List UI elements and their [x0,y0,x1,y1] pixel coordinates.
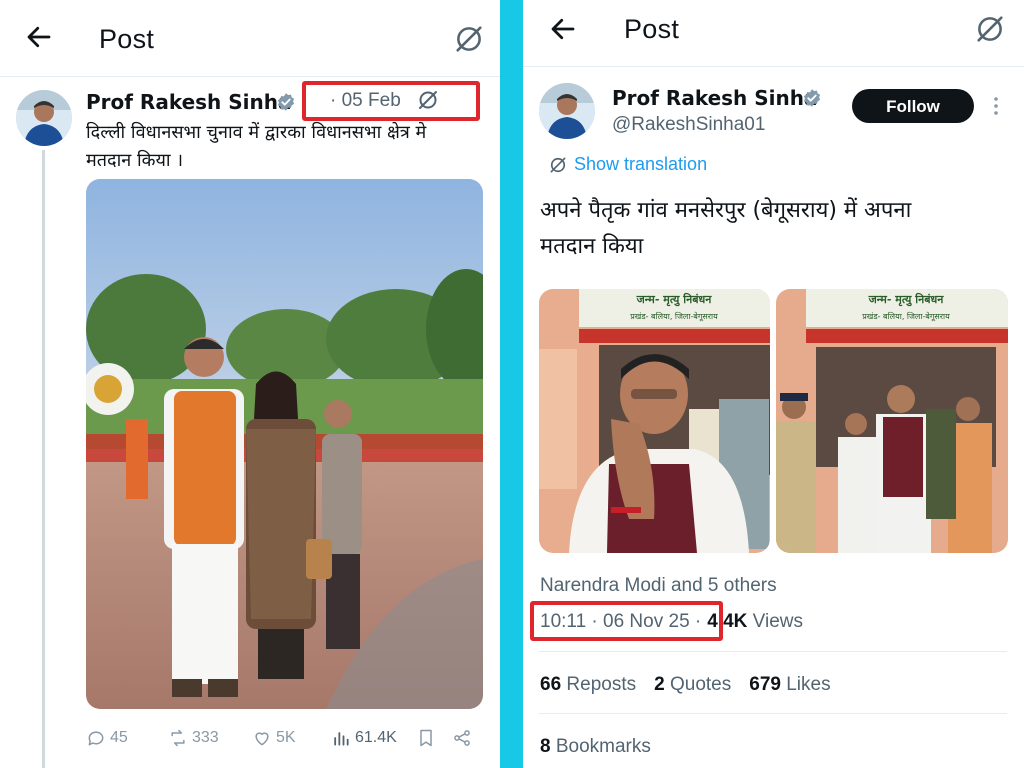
likes-stat[interactable]: 679 Likes [749,674,830,695]
left-post-panel: Post Prof Rakesh Sinha · 05 Feb दिल्ली व… [0,0,500,768]
post-text-line-1: दिल्ली विधानसभा चुनाव में द्वारका विधानस… [86,122,427,143]
reply-count: 45 [110,729,128,746]
show-translation-link[interactable]: Show translation [548,154,707,175]
quotes-stat[interactable]: 2 Quotes [654,674,731,695]
author-name[interactable]: Prof Rakesh Sinha [86,90,292,114]
timestamp-highlight-box [530,601,723,641]
reply-button[interactable]: 45 [86,724,128,752]
views-label: Views [747,611,804,632]
reply-icon [88,731,104,746]
views-icon [334,732,349,746]
bookmarks-value: 8 [540,736,551,757]
page-title: Post [99,24,155,54]
bookmarks-stat[interactable]: 8 Bookmarks [540,736,651,758]
likes-label: Likes [780,674,831,695]
photo-2-sign-title: जन्म- मृत्यु निबंधन [868,292,945,307]
divider [539,651,1007,652]
avatar[interactable] [539,83,595,139]
engagement-stats: 66 Reposts 2 Quotes 679 Likes [540,674,849,696]
quotes-label: Quotes [664,674,732,695]
photo-1-sign-title: जन्म- मृत्यु निबंधन [636,292,713,307]
bookmarks-label: Bookmarks [550,736,651,757]
post-action-bar: 45 333 5K 61.4K [86,724,486,752]
post-photo[interactable] [86,179,483,709]
date-highlight-box [302,81,480,121]
like-count: 5K [276,729,296,746]
post-text-line-2: मतदान किया [540,234,644,259]
verified-badge-icon [802,88,822,108]
post-text-line-1: अपने पैतृक गांव मनसेरपुर (बेगूसराय) में … [540,198,912,223]
back-arrow-icon[interactable] [548,14,578,44]
translate-icon[interactable] [452,22,486,56]
author-handle[interactable]: @RakeshSinha01 [612,114,765,136]
verified-badge-icon [276,92,296,112]
thread-line [42,150,45,768]
like-icon [255,732,269,746]
post-photo-2[interactable]: जन्म- मृत्यु निबंधन प्रखंड- बलिया, जिला-… [776,289,1008,553]
repost-count: 333 [192,729,219,746]
views-count: 61.4K [355,729,397,746]
more-icon[interactable] [990,94,1002,118]
avatar[interactable] [16,90,72,146]
likes-value: 679 [749,674,781,695]
reposts-value: 66 [540,674,562,695]
translate-icon [548,155,568,175]
photo-2-sign-subtitle: प्रखंड- बलिया, जिला-बेगूसराय [862,311,950,322]
right-top-bar: Post [523,0,1024,67]
photo-1-sign-subtitle: प्रखंड- बलिया, जिला-बेगूसराय [630,311,718,322]
share-icon [454,730,470,746]
author-name[interactable]: Prof Rakesh Sinha [612,86,818,110]
translate-icon[interactable] [973,12,1007,46]
reposts-stat[interactable]: 66 Reposts [540,674,636,695]
show-translation-label: Show translation [574,154,708,174]
bookmark-icon [420,729,432,747]
bookmark-button[interactable] [416,724,440,752]
back-arrow-icon[interactable] [24,22,54,52]
like-button[interactable]: 5K [252,724,296,752]
share-button[interactable] [452,724,476,752]
follow-button[interactable]: Follow [852,89,974,123]
left-top-bar: Post [0,0,500,77]
reposts-label: Reposts [561,674,637,695]
page-title: Post [624,14,680,44]
repost-icon [171,729,185,747]
views-button[interactable]: 61.4K [331,724,397,752]
repost-button[interactable]: 333 [168,724,219,752]
divider [539,713,1007,714]
liked-by-text[interactable]: Narendra Modi and 5 others [540,575,777,597]
post-photo-1[interactable]: जन्म- मृत्यु निबंधन प्रखंड- बलिया, जिला-… [539,289,770,553]
post-text-line-2: मतदान किया । [86,150,184,171]
quotes-value: 2 [654,674,665,695]
